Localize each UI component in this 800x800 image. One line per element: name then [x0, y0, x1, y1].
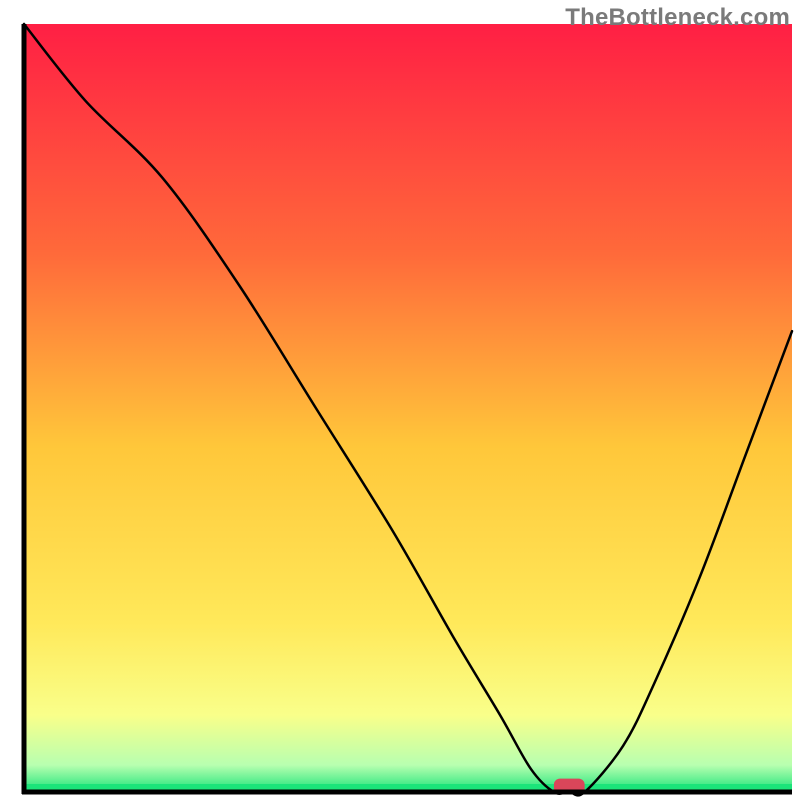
bottleneck-chart: TheBottleneck.com — [0, 0, 800, 800]
watermark-text: TheBottleneck.com — [565, 4, 790, 32]
plot-background — [24, 24, 792, 792]
chart-svg — [0, 0, 800, 800]
